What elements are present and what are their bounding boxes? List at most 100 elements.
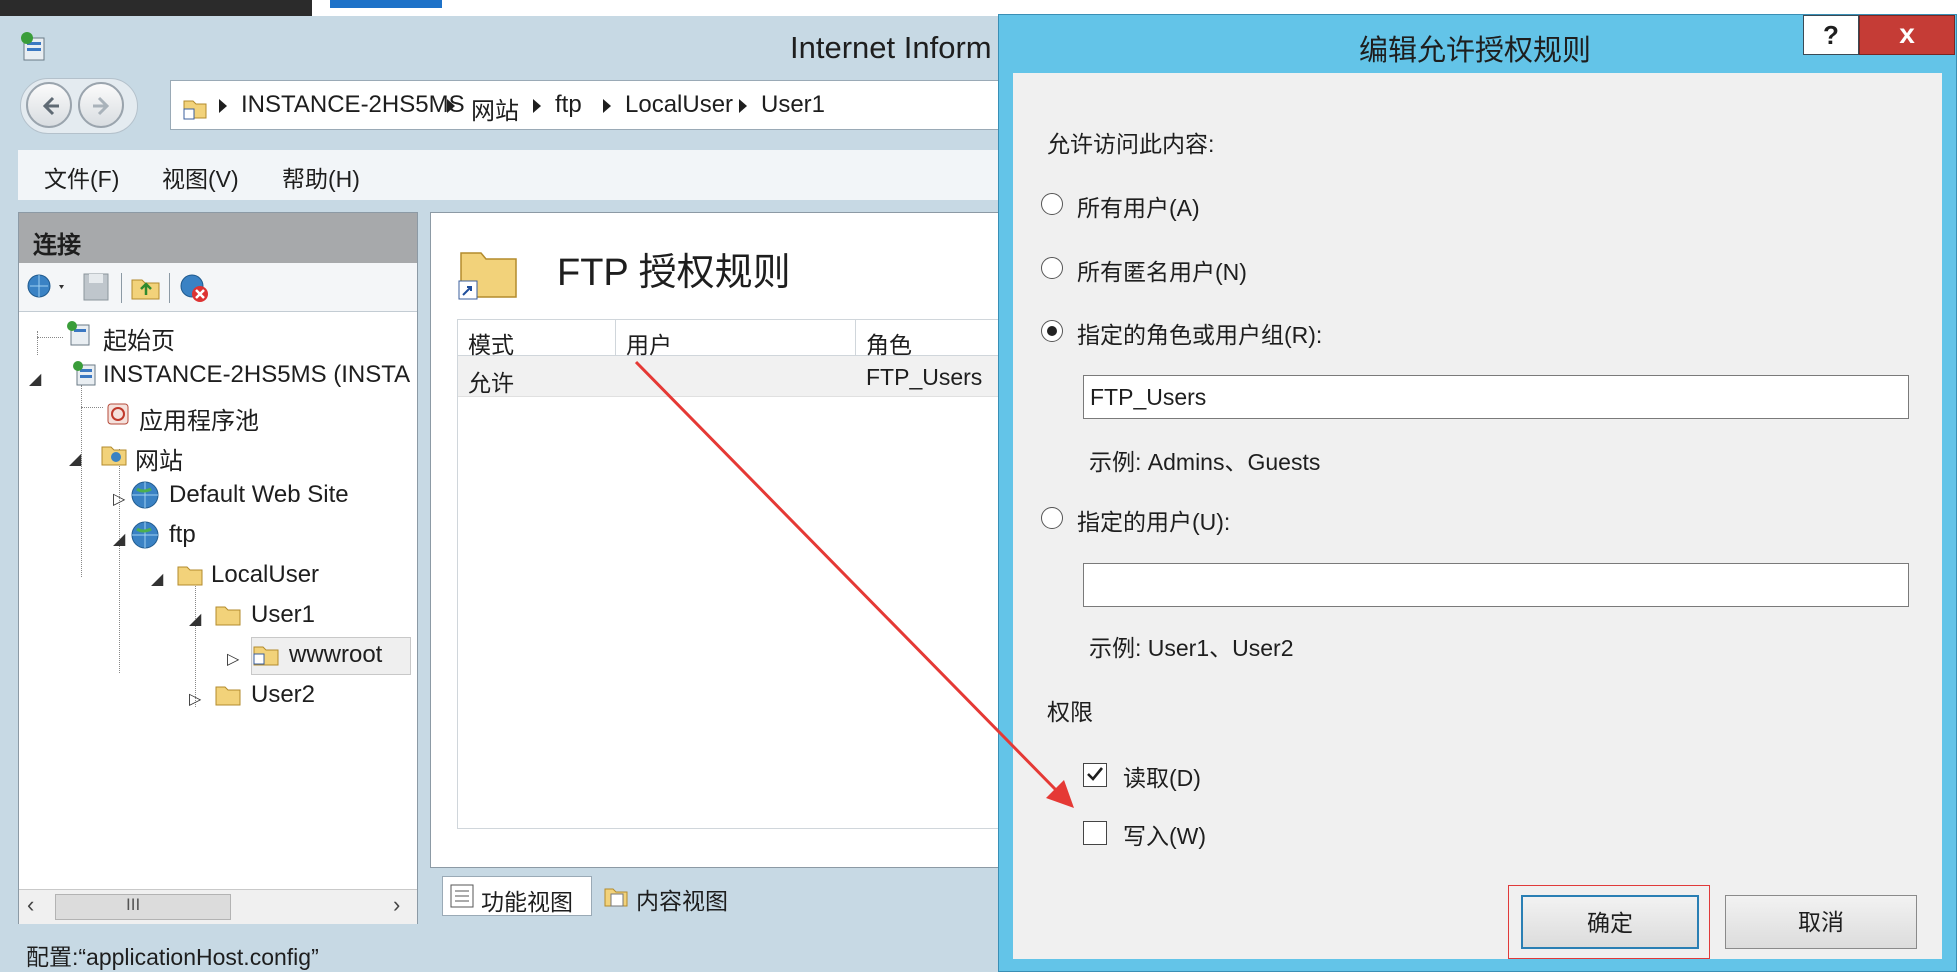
forward-arrow-icon	[93, 96, 110, 116]
tab-label: 内容视图	[636, 888, 728, 914]
collapse-triangle-icon[interactable]: ◢	[151, 569, 163, 589]
taskbar-active-tab[interactable]	[330, 0, 442, 8]
collapse-triangle-icon[interactable]: ◢	[29, 369, 41, 389]
iis-app-icon	[21, 32, 45, 61]
expand-triangle-icon[interactable]: ▷	[227, 649, 239, 669]
radio-specified-roles[interactable]	[1041, 320, 1063, 342]
up-folder-icon[interactable]	[129, 271, 163, 303]
features-view-icon	[450, 884, 474, 908]
breadcrumb-separator	[603, 99, 611, 113]
save-icon[interactable]	[81, 271, 111, 303]
folder-icon	[215, 686, 241, 706]
tree-line	[81, 407, 103, 408]
write-checkbox[interactable]	[1083, 821, 1107, 845]
back-arrow-icon	[42, 96, 59, 116]
tree-item-label: INSTANCE-2HS5MS (INSTA	[103, 361, 411, 388]
feature-title: FTP 授权规则	[557, 252, 791, 294]
window-title: Internet Inform	[790, 30, 992, 65]
view-switcher: 功能视图 内容视图	[430, 872, 1010, 924]
read-label[interactable]: 读取(D)	[1123, 759, 1201, 793]
radio-specified-roles-label[interactable]: 指定的角色或用户组(R):	[1077, 316, 1322, 350]
address-bar[interactable]: INSTANCE-2HS5MS 网站 ftp LocalUser User1	[170, 80, 1030, 130]
breadcrumb-user1[interactable]: User1	[761, 91, 825, 119]
site-folder-icon	[183, 100, 207, 120]
tree-item-label: LocalUser	[211, 561, 320, 588]
menu-file[interactable]: 文件(F)	[44, 160, 119, 194]
radio-anonymous-users[interactable]	[1041, 257, 1063, 279]
radio-anonymous-users-label[interactable]: 所有匿名用户(N)	[1077, 253, 1247, 287]
tree-line	[37, 331, 38, 355]
checkmark-icon	[1087, 767, 1104, 781]
collapse-triangle-icon[interactable]: ◢	[189, 609, 201, 629]
roles-input[interactable]: FTP_Users	[1083, 375, 1909, 419]
toolbar-divider	[169, 273, 170, 303]
content-view-icon	[604, 888, 628, 907]
radio-specified-users[interactable]	[1041, 507, 1063, 529]
scroll-thumb[interactable]: III	[55, 894, 231, 920]
column-header-mode[interactable]: 模式	[458, 320, 616, 358]
tree-item-label: 网站	[135, 448, 183, 475]
horizontal-scrollbar[interactable]: ‹ III ›	[19, 889, 417, 924]
column-header-user[interactable]: 用户	[616, 320, 856, 358]
dialog-title: 编辑允许授权规则	[1359, 35, 1592, 67]
folder-icon	[177, 566, 203, 586]
start-page-icon	[67, 321, 90, 346]
tree-line	[81, 385, 82, 577]
table-row[interactable]: 允许 FTP_Users	[458, 356, 1018, 397]
breadcrumb-server[interactable]: INSTANCE-2HS5MS	[241, 91, 465, 119]
close-button[interactable]: x	[1859, 15, 1955, 55]
collapse-triangle-icon[interactable]: ◢	[113, 529, 125, 549]
collapse-triangle-icon[interactable]: ◢	[69, 449, 81, 469]
cancel-button[interactable]: 取消	[1725, 895, 1917, 949]
breadcrumb-localuser[interactable]: LocalUser	[625, 91, 733, 119]
iis-manager-window: Internet Inform INSTANCE-2HS5MS 网站 ftp L…	[0, 16, 1030, 972]
tab-label: 功能视图	[481, 889, 573, 915]
radio-all-users[interactable]	[1041, 193, 1063, 215]
tree-item-label: 应用程序池	[139, 408, 259, 435]
ftp-folder-icon	[458, 252, 517, 300]
scroll-right-icon[interactable]: ›	[393, 892, 400, 918]
menu-help[interactable]: 帮助(H)	[282, 160, 360, 194]
connect-globe-icon[interactable]	[25, 271, 69, 303]
scroll-grip: III	[126, 895, 141, 914]
tab-content-view[interactable]: 内容视图	[598, 876, 748, 916]
virtual-dir-icon	[253, 646, 279, 666]
back-button[interactable]	[26, 82, 72, 128]
cell-role: FTP_Users	[866, 364, 983, 390]
roles-example: 示例: Admins、Guests	[1089, 449, 1321, 475]
breadcrumb-ftp[interactable]: ftp	[555, 91, 582, 119]
forward-button[interactable]	[78, 82, 124, 128]
tree-item-label: wwwroot	[289, 641, 383, 668]
radio-specified-users-label[interactable]: 指定的用户(U):	[1077, 503, 1230, 537]
expand-triangle-icon[interactable]: ▷	[113, 489, 125, 509]
users-input[interactable]	[1083, 563, 1909, 607]
edit-allow-rule-dialog: 编辑允许授权规则 ? x 允许访问此内容: 所有用户(A) 所有匿名用户(N) …	[998, 14, 1957, 972]
dialog-body: 允许访问此内容: 所有用户(A) 所有匿名用户(N) 指定的角色或用户组(R):…	[1013, 73, 1942, 959]
ok-button[interactable]: 确定	[1521, 895, 1699, 949]
write-label[interactable]: 写入(W)	[1123, 817, 1206, 851]
feature-pane: FTP 授权规则 模式 用户 角色 允许 FTP_Users	[430, 212, 1018, 868]
connections-toolbar	[19, 263, 417, 312]
sites-folder-icon	[101, 446, 127, 466]
globe-icon	[131, 521, 159, 549]
scroll-left-icon[interactable]: ‹	[27, 892, 34, 918]
column-header-role[interactable]: 角色	[856, 320, 1018, 358]
tab-features-view[interactable]: 功能视图	[442, 876, 592, 916]
read-checkbox[interactable]	[1083, 763, 1107, 787]
rules-grid: 模式 用户 角色 允许 FTP_Users	[457, 319, 1018, 829]
tree-item-label: ftp	[169, 521, 196, 548]
tree-item-label: User2	[251, 681, 316, 708]
radio-all-users-label[interactable]: 所有用户(A)	[1077, 189, 1200, 223]
toolbar-divider	[121, 273, 122, 303]
tree-item-label: User1	[251, 601, 316, 628]
folder-icon	[215, 606, 241, 626]
breadcrumb-sites[interactable]: 网站	[471, 91, 519, 126]
expand-triangle-icon[interactable]: ▷	[189, 689, 201, 709]
status-bar: 配置:“applicationHost.config”	[18, 934, 1010, 972]
connections-title: 连接	[33, 232, 81, 259]
tree-line	[37, 337, 63, 338]
help-button[interactable]: ?	[1803, 15, 1859, 55]
navigation-bar: INSTANCE-2HS5MS 网站 ftp LocalUser User1	[18, 78, 1030, 148]
disconnect-icon[interactable]	[177, 271, 211, 305]
menu-view[interactable]: 视图(V)	[162, 160, 239, 194]
